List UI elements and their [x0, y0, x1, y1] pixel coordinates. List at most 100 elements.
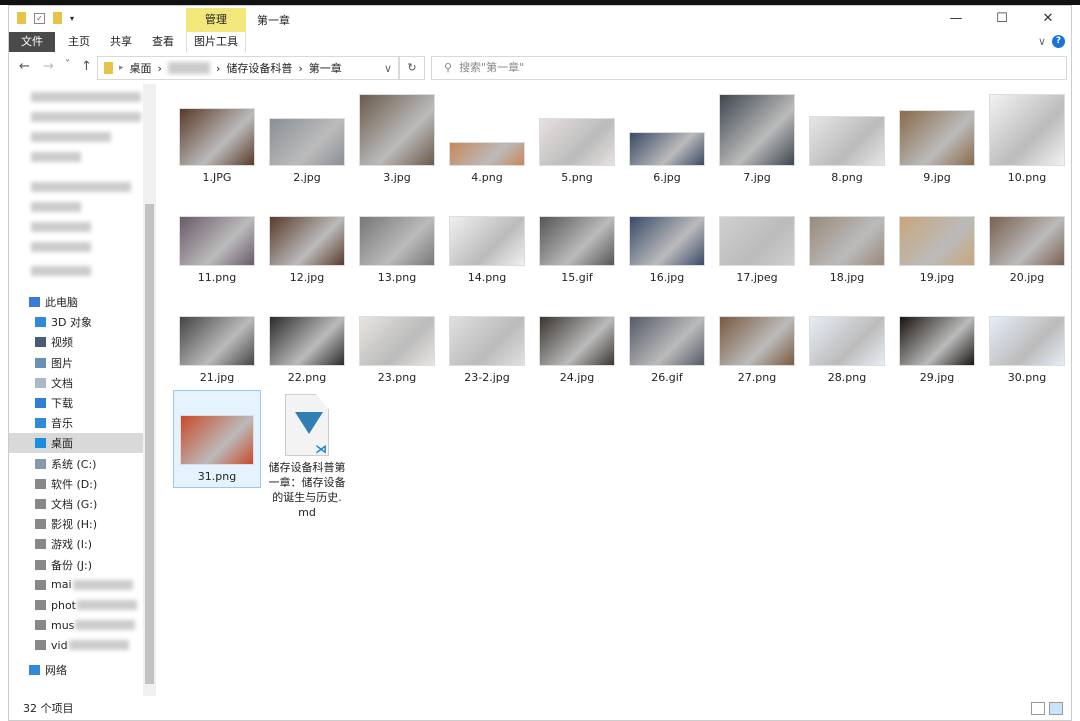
file-item[interactable]: 11.png: [173, 190, 261, 288]
sidebar-item-label: mai: [51, 578, 72, 592]
file-item[interactable]: 29.jpg: [893, 290, 981, 388]
address-bar[interactable]: ▸ 桌面 › › 储存设备科普 › 第一章 ∨: [97, 56, 399, 80]
file-item[interactable]: 10.png: [983, 90, 1071, 188]
file-name: 20.jpg: [1009, 271, 1045, 284]
file-item[interactable]: 21.jpg: [173, 290, 261, 388]
breadcrumb-current[interactable]: 第一章: [309, 60, 342, 76]
large-icons-view-button[interactable]: [1049, 702, 1063, 715]
sidebar-item[interactable]: 图片: [9, 353, 143, 373]
file-item[interactable]: 28.png: [803, 290, 891, 388]
sidebar-item[interactable]: 文档 (G:): [9, 494, 143, 514]
sidebar-item[interactable]: 此电脑: [9, 292, 143, 312]
tab-home[interactable]: 主页: [59, 32, 99, 52]
file-name: 18.jpg: [829, 271, 865, 284]
folder-icon[interactable]: [17, 12, 26, 24]
file-item[interactable]: 9.jpg: [893, 90, 981, 188]
sidebar-item[interactable]: 桌面: [9, 433, 143, 454]
file-item[interactable]: 15.gif: [533, 190, 621, 288]
image-thumbnail: [359, 216, 435, 266]
sidebar-item[interactable]: 影视 (H:): [9, 514, 143, 534]
tab-picture-tools[interactable]: 图片工具: [186, 32, 246, 52]
file-item[interactable]: 4.png: [443, 90, 531, 188]
sidebar-item[interactable]: 下载: [9, 393, 143, 413]
sidebar-item-label: vid: [51, 638, 68, 652]
file-item[interactable]: 22.png: [263, 290, 351, 388]
maximize-button[interactable]: ☐: [979, 6, 1025, 32]
file-item[interactable]: 31.png: [173, 390, 261, 488]
help-icon[interactable]: ?: [1052, 35, 1065, 48]
file-item[interactable]: 19.jpg: [893, 190, 981, 288]
tab-share[interactable]: 共享: [101, 32, 141, 52]
sidebar-item[interactable]: mus: [9, 615, 143, 635]
sidebar-item[interactable]: 3D 对象: [9, 312, 143, 332]
file-item[interactable]: 24.jpg: [533, 290, 621, 388]
sidebar-item[interactable]: 视频: [9, 332, 143, 352]
file-item[interactable]: 12.jpg: [263, 190, 351, 288]
file-item[interactable]: 6.jpg: [623, 90, 711, 188]
expand-ribbon-icon[interactable]: ∨: [1038, 35, 1046, 48]
drive-icon: [35, 519, 46, 530]
file-item[interactable]: 5.png: [533, 90, 621, 188]
image-thumbnail: [449, 142, 525, 166]
sidebar-item-label: 音乐: [51, 417, 73, 431]
file-item[interactable]: 18.jpg: [803, 190, 891, 288]
search-input[interactable]: ⚲ 搜索"第一章": [431, 56, 1067, 80]
sidebar-item[interactable]: 游戏 (I:): [9, 534, 143, 554]
file-item[interactable]: ⋊ 储存设备科普第一章：储存设备的诞生与历史.md: [263, 390, 351, 530]
sidebar-item[interactable]: mai: [9, 575, 143, 595]
file-item[interactable]: 26.gif: [623, 290, 711, 388]
breadcrumb-desktop[interactable]: 桌面: [130, 60, 152, 76]
file-name: 31.png: [197, 470, 237, 483]
file-item[interactable]: 7.jpg: [713, 90, 801, 188]
scrollbar-thumb[interactable]: [145, 204, 154, 684]
minimize-button[interactable]: —: [933, 6, 979, 32]
refresh-button[interactable]: ↻: [399, 56, 425, 80]
ribbon-tabs: 文件 主页 共享 查看 图片工具 ∨ ?: [9, 32, 1071, 52]
sidebar-item[interactable]: 备份 (J:): [9, 555, 143, 575]
forward-button[interactable]: →: [43, 59, 54, 74]
details-view-button[interactable]: [1031, 702, 1045, 715]
address-dropdown[interactable]: ∨: [384, 62, 392, 75]
customize-toolbar-icon[interactable]: ▾: [70, 14, 74, 23]
sidebar-item[interactable]: 网络: [9, 660, 143, 680]
tab-view[interactable]: 查看: [143, 32, 183, 52]
file-item[interactable]: 20.jpg: [983, 190, 1071, 288]
quick-access-toolbar: ✓ ▾: [17, 12, 74, 24]
file-item[interactable]: 8.png: [803, 90, 891, 188]
up-button[interactable]: ↑: [81, 59, 92, 74]
sidebar-scrollbar[interactable]: [143, 84, 156, 696]
close-button[interactable]: ✕: [1025, 6, 1071, 32]
download-icon: [35, 398, 46, 408]
file-item[interactable]: 27.png: [713, 290, 801, 388]
back-button[interactable]: ←: [19, 59, 30, 74]
file-item[interactable]: 30.png: [983, 290, 1071, 388]
properties-icon[interactable]: ✓: [34, 12, 45, 24]
file-item[interactable]: 3.jpg: [353, 90, 441, 188]
file-item[interactable]: 1.JPG: [173, 90, 261, 188]
sidebar-item[interactable]: phot: [9, 595, 143, 615]
sidebar-item[interactable]: 软件 (D:): [9, 474, 143, 494]
documents-icon: [35, 377, 46, 388]
file-name: 2.jpg: [293, 171, 321, 184]
breadcrumb-folder[interactable]: 储存设备科普: [226, 60, 292, 76]
file-item[interactable]: 14.png: [443, 190, 531, 288]
sidebar-item[interactable]: 文档: [9, 373, 143, 393]
file-item[interactable]: 23.png: [353, 290, 441, 388]
recent-locations-button[interactable]: ˅: [65, 59, 70, 70]
sidebar-item-label: 软件 (D:): [51, 477, 98, 491]
file-item[interactable]: 2.jpg: [263, 90, 351, 188]
file-item[interactable]: 16.jpg: [623, 190, 711, 288]
file-item[interactable]: 13.png: [353, 190, 441, 288]
file-name: 17.jpeg: [736, 271, 778, 284]
sidebar-item[interactable]: 音乐: [9, 413, 143, 433]
sidebar-item-label: 游戏 (I:): [51, 538, 93, 552]
file-item[interactable]: 17.jpeg: [713, 190, 801, 288]
manage-tab[interactable]: 管理: [186, 8, 246, 32]
file-item[interactable]: 23-2.jpg: [443, 290, 531, 388]
tab-file[interactable]: 文件: [9, 32, 55, 52]
file-name: 21.jpg: [199, 371, 235, 384]
new-folder-icon[interactable]: [53, 12, 62, 24]
sidebar-item[interactable]: vid: [9, 635, 143, 655]
sidebar-item[interactable]: 系统 (C:): [9, 454, 143, 474]
drive-icon: [35, 499, 46, 509]
